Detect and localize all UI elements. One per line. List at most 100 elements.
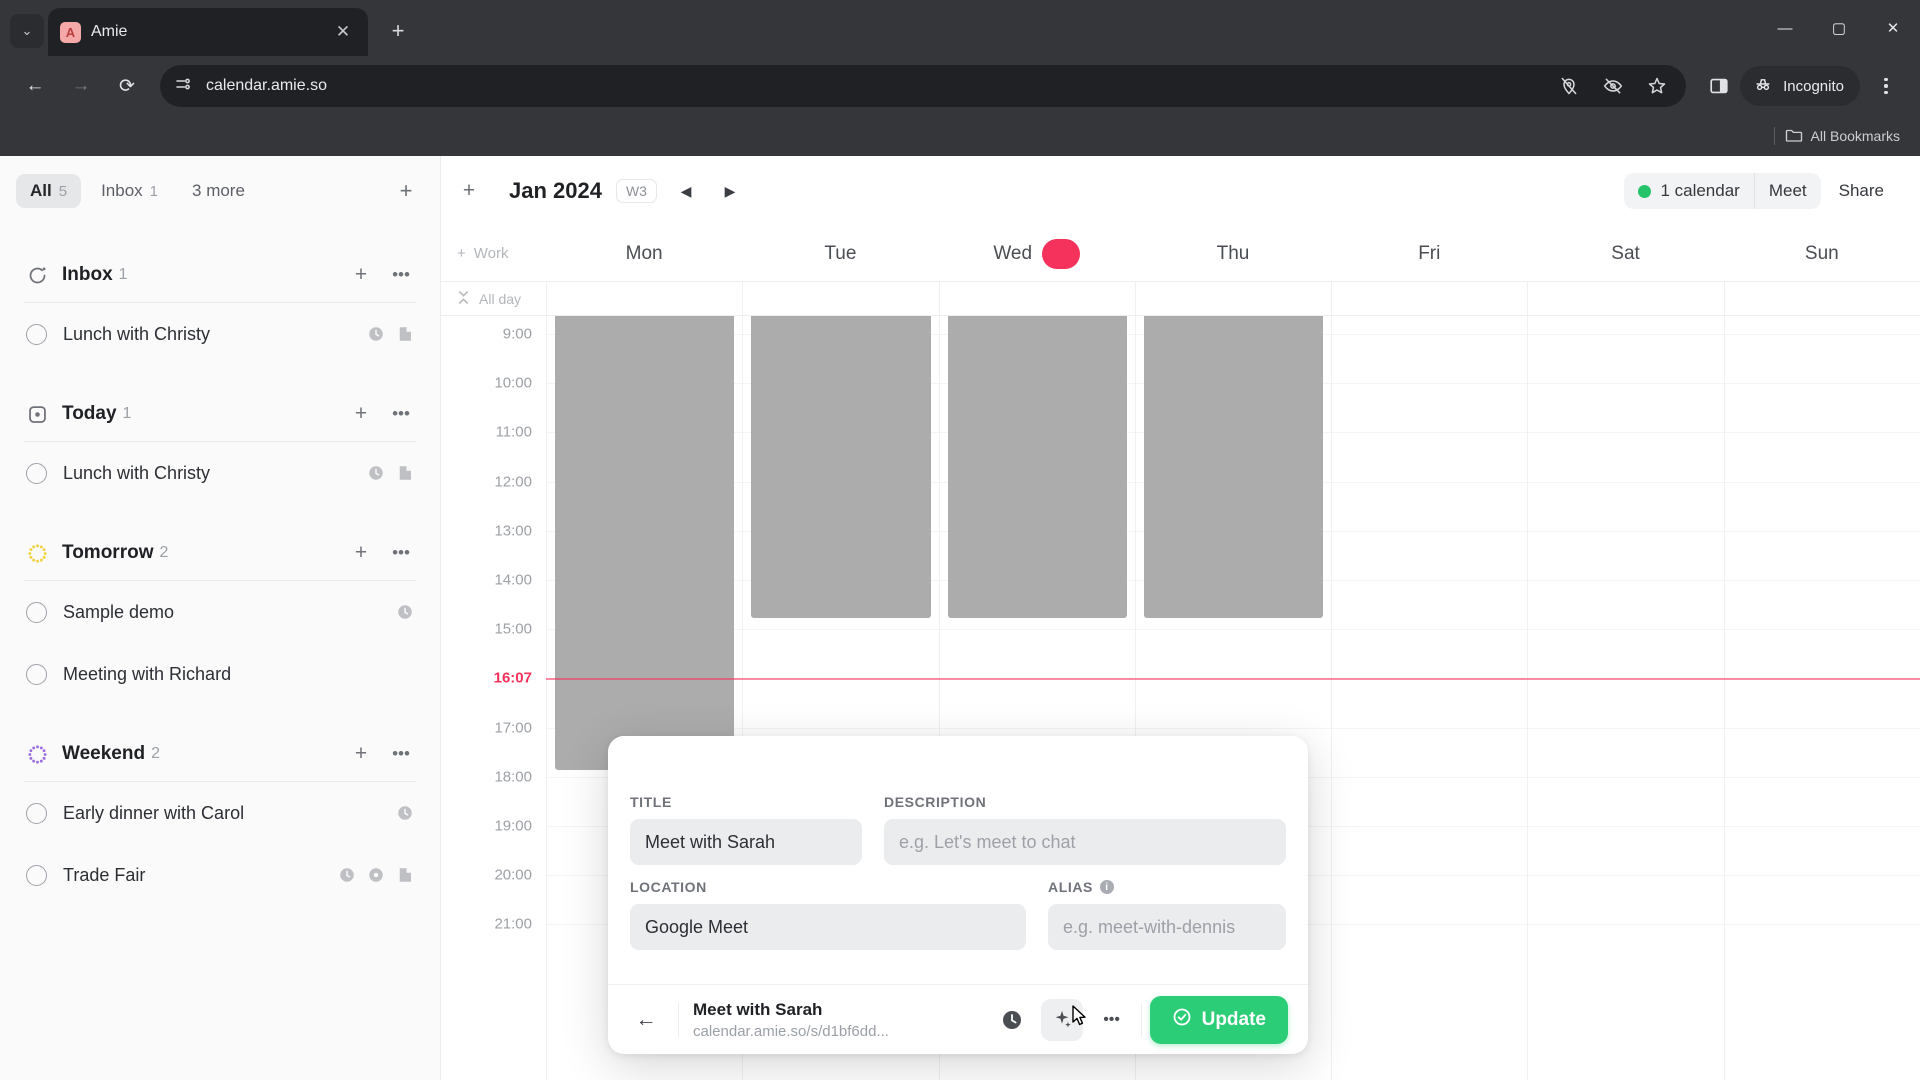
day-column[interactable] xyxy=(1331,316,1527,1080)
all-day-cell[interactable] xyxy=(1135,282,1331,315)
location-off-icon[interactable] xyxy=(1554,71,1584,101)
task-checkbox[interactable] xyxy=(26,664,47,685)
all-day-cell[interactable] xyxy=(742,282,938,315)
task-item[interactable]: Meeting with Richard xyxy=(14,643,426,705)
page-info-icon[interactable] xyxy=(174,75,192,98)
note-icon[interactable] xyxy=(396,866,414,884)
group-add-button[interactable]: + xyxy=(348,741,374,767)
task-checkbox[interactable] xyxy=(26,803,47,824)
all-day-cell[interactable] xyxy=(1331,282,1527,315)
work-label-gutter[interactable]: + Work xyxy=(441,226,546,281)
footer-event-url[interactable]: calendar.amie.so/s/d1bf6dd... xyxy=(693,1023,889,1040)
close-icon[interactable]: ✕ xyxy=(330,19,356,45)
group-more-button[interactable]: ••• xyxy=(388,401,414,427)
busy-block[interactable] xyxy=(751,316,930,618)
clock-icon[interactable] xyxy=(367,325,385,343)
sidebar-tab-more[interactable]: 3 more xyxy=(178,174,259,208)
all-day-cell[interactable] xyxy=(939,282,1135,315)
task-checkbox[interactable] xyxy=(26,602,47,623)
day-header[interactable]: Thu xyxy=(1135,226,1331,281)
calendar-count-button[interactable]: 1 calendar xyxy=(1624,173,1753,209)
task-item[interactable]: Trade Fair xyxy=(14,844,426,906)
work-add-icon[interactable]: + xyxy=(457,245,466,262)
day-column[interactable] xyxy=(1527,316,1723,1080)
task-checkbox[interactable] xyxy=(26,463,47,484)
clock-icon[interactable] xyxy=(338,866,356,884)
clock-icon[interactable] xyxy=(367,464,385,482)
group-more-button[interactable]: ••• xyxy=(388,741,414,767)
note-icon[interactable] xyxy=(396,325,414,343)
day-header[interactable]: Sun xyxy=(1724,226,1920,281)
new-tab-button[interactable]: + xyxy=(378,11,418,51)
group-add-button[interactable]: + xyxy=(348,401,374,427)
group-more-button[interactable]: ••• xyxy=(388,262,414,288)
clock-icon[interactable] xyxy=(396,603,414,621)
sidebar-group-header[interactable]: Weekend2+••• xyxy=(14,727,426,781)
group-add-button[interactable]: + xyxy=(348,262,374,288)
forward-icon[interactable]: → xyxy=(60,65,102,107)
side-panel-icon[interactable] xyxy=(1704,71,1734,101)
share-button[interactable]: Share xyxy=(1825,173,1898,209)
day-header[interactable]: Sat xyxy=(1527,226,1723,281)
sidebar-tab-all[interactable]: All 5 xyxy=(16,174,81,208)
clock-icon[interactable] xyxy=(991,999,1033,1041)
busy-block[interactable] xyxy=(1144,316,1323,618)
back-arrow-icon[interactable]: ← xyxy=(628,1002,664,1038)
alias-input[interactable]: e.g. meet-with-dennis xyxy=(1048,904,1286,950)
task-checkbox[interactable] xyxy=(26,865,47,886)
description-input[interactable]: e.g. Let's meet to chat xyxy=(884,819,1286,865)
task-item[interactable]: Lunch with Christy xyxy=(14,442,426,504)
maximize-icon[interactable]: ▢ xyxy=(1812,0,1866,56)
all-bookmarks-button[interactable]: All Bookmarks xyxy=(1785,127,1900,146)
reload-icon[interactable]: ⟳ xyxy=(106,65,148,107)
calendar-add-button[interactable]: + xyxy=(451,173,487,209)
sparkle-icon[interactable] xyxy=(1041,999,1083,1041)
location-input[interactable]: Google Meet xyxy=(630,904,1026,950)
busy-block[interactable] xyxy=(555,316,734,770)
day-header[interactable]: Tue xyxy=(742,226,938,281)
day-header[interactable]: Mon xyxy=(546,226,742,281)
sidebar-group-header[interactable]: Tomorrow2+••• xyxy=(14,526,426,580)
clock-icon[interactable] xyxy=(396,804,414,822)
address-bar[interactable]: calendar.amie.so xyxy=(160,65,1686,107)
day-column[interactable] xyxy=(1724,316,1920,1080)
task-item[interactable]: Early dinner with Carol xyxy=(14,782,426,844)
busy-block[interactable] xyxy=(948,316,1127,618)
info-icon[interactable]: i xyxy=(1100,880,1114,894)
browser-tab[interactable]: A Amie ✕ xyxy=(48,8,368,56)
update-button[interactable]: Update xyxy=(1150,996,1288,1044)
next-week-button[interactable]: ▶ xyxy=(715,176,745,206)
all-day-cell[interactable] xyxy=(1724,282,1920,315)
note-icon[interactable] xyxy=(396,464,414,482)
calendar-week-badge[interactable]: W3 xyxy=(616,179,657,203)
back-icon[interactable]: ← xyxy=(14,65,56,107)
all-day-cell[interactable] xyxy=(1527,282,1723,315)
circle-icon[interactable] xyxy=(367,866,385,884)
task-item[interactable]: Sample demo xyxy=(14,581,426,643)
sidebar-tab-inbox[interactable]: Inbox 1 xyxy=(87,174,172,208)
meet-button[interactable]: Meet xyxy=(1754,173,1821,209)
collapse-icon[interactable] xyxy=(457,290,470,308)
sidebar-group-actions: + ••• xyxy=(348,540,414,566)
all-day-gutter[interactable]: All day xyxy=(441,282,546,315)
sidebar-add-button[interactable]: + xyxy=(388,173,424,209)
day-header[interactable]: Wed xyxy=(939,226,1135,281)
group-more-button[interactable]: ••• xyxy=(388,540,414,566)
tab-search-chevron-icon[interactable]: ⌄ xyxy=(10,14,44,48)
all-day-cell[interactable] xyxy=(546,282,742,315)
incognito-indicator[interactable]: Incognito xyxy=(1740,66,1860,106)
task-checkbox[interactable] xyxy=(26,324,47,345)
sidebar-group-header[interactable]: Inbox1+••• xyxy=(14,248,426,302)
close-window-icon[interactable]: ✕ xyxy=(1866,0,1920,56)
eye-off-icon[interactable] xyxy=(1598,71,1628,101)
more-options-icon[interactable]: ••• xyxy=(1091,999,1133,1041)
prev-week-button[interactable]: ◀ xyxy=(671,176,701,206)
task-item[interactable]: Lunch with Christy xyxy=(14,303,426,365)
minimize-icon[interactable]: — xyxy=(1758,0,1812,56)
group-add-button[interactable]: + xyxy=(348,540,374,566)
title-input[interactable]: Meet with Sarah xyxy=(630,819,862,865)
day-header[interactable]: Fri xyxy=(1331,226,1527,281)
three-dot-menu-icon[interactable] xyxy=(1866,64,1906,108)
bookmark-star-icon[interactable] xyxy=(1642,71,1672,101)
sidebar-group-header[interactable]: Today1+••• xyxy=(14,387,426,441)
